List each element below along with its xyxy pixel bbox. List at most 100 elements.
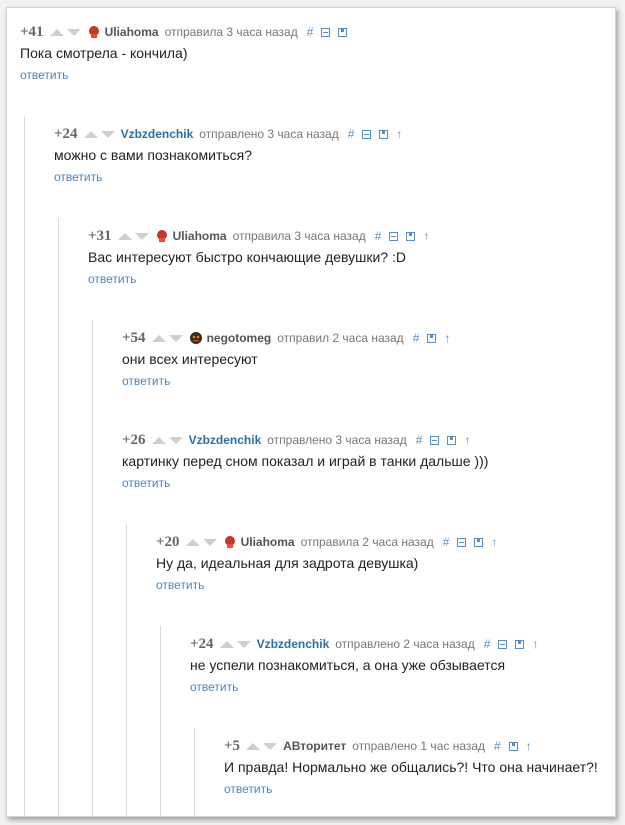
comment-meta: +31 Uliahoma отправила 3 часа назад # ↑ [88, 226, 433, 246]
thread-line [24, 116, 25, 816]
reply-link[interactable]: ответить [20, 68, 68, 82]
permalink-icon[interactable]: # [443, 535, 450, 549]
vote-up-icon[interactable] [49, 28, 64, 36]
parent-arrow-icon[interactable]: ↑ [491, 535, 497, 549]
vote-up-icon[interactable] [151, 334, 166, 342]
vote-down-icon[interactable] [66, 28, 81, 36]
permalink-icon[interactable]: # [348, 127, 355, 141]
timestamp: отправила 3 часа назад [164, 25, 298, 39]
comment: +20 Uliahoma отправила 2 часа назад # ↑ … [156, 532, 501, 594]
rating: +24 [54, 125, 78, 142]
reply-link[interactable]: ответить [156, 578, 204, 592]
vote-up-icon[interactable] [185, 538, 200, 546]
dark-avatar-icon [189, 332, 202, 344]
collapse-icon[interactable] [498, 639, 508, 649]
comment-text: картинку перед сном показал и играй в та… [122, 453, 489, 469]
save-icon[interactable] [515, 639, 525, 649]
thread-line [194, 728, 195, 816]
author-name[interactable]: negotomeg [207, 331, 272, 345]
author-name[interactable]: АВторитет [283, 739, 346, 753]
comment-meta: +54 negotomeg отправил 2 часа назад # ↑ [122, 328, 454, 348]
save-icon[interactable] [379, 129, 389, 139]
vote-up-icon[interactable] [219, 640, 234, 648]
author-name[interactable]: Uliahoma [173, 229, 227, 243]
timestamp: отправил 2 часа назад [277, 331, 404, 345]
red-avatar-icon [224, 536, 235, 548]
permalink-icon[interactable]: # [484, 637, 491, 651]
collapse-icon[interactable] [389, 231, 399, 241]
collapse-icon[interactable] [321, 27, 331, 37]
comment-meta: +5 АВторитет отправлено 1 час назад # ↑ [224, 736, 598, 756]
reply-link[interactable]: ответить [224, 782, 272, 796]
thread-line [92, 320, 93, 816]
thread-line [126, 524, 127, 816]
comment-text: они всех интересуют [122, 351, 258, 367]
vote-down-icon[interactable] [168, 334, 183, 342]
parent-arrow-icon[interactable]: ↑ [526, 739, 532, 753]
parent-arrow-icon[interactable]: ↑ [423, 229, 429, 243]
red-avatar-icon [88, 26, 99, 38]
timestamp: отправлено 1 час назад [352, 739, 486, 753]
comment: +24 Vzbzdenchik отправлено 2 часа назад … [190, 634, 542, 696]
permalink-icon[interactable]: # [307, 25, 314, 39]
parent-arrow-icon[interactable]: ↑ [464, 433, 470, 447]
comment-text: Вас интересуют быстро кончающие девушки?… [88, 249, 406, 265]
parent-arrow-icon[interactable]: ↑ [444, 331, 450, 345]
comment-text: не успели познакомиться, а она уже обзыв… [190, 657, 506, 673]
collapse-icon[interactable] [362, 129, 372, 139]
comment: +5 АВторитет отправлено 1 час назад # ↑ … [224, 736, 598, 798]
parent-arrow-icon[interactable]: ↑ [532, 637, 538, 651]
vote-up-icon[interactable] [83, 130, 98, 138]
collapse-icon[interactable] [430, 435, 440, 445]
author-name[interactable]: Uliahoma [241, 535, 295, 549]
vote-up-icon[interactable] [246, 742, 261, 750]
save-icon[interactable] [427, 333, 437, 343]
red-avatar-icon [156, 230, 167, 242]
save-icon[interactable] [338, 27, 348, 37]
reply-link[interactable]: ответить [190, 680, 238, 694]
save-icon[interactable] [447, 435, 457, 445]
thread-line [160, 626, 161, 816]
comment-text: можно с вами познакомиться? [54, 147, 253, 163]
rating: +54 [122, 329, 146, 346]
reply-link[interactable]: ответить [122, 476, 170, 490]
permalink-icon[interactable]: # [413, 331, 420, 345]
vote-down-icon[interactable] [263, 742, 278, 750]
author-name[interactable]: Vzbzdenchik [189, 433, 262, 447]
vote-down-icon[interactable] [100, 130, 115, 138]
rating: +5 [224, 737, 241, 754]
comment: +41 Uliahoma отправила 3 часа назад # По… [20, 22, 355, 84]
vote-down-icon[interactable] [168, 436, 183, 444]
comment-text: И правда! Нормально же общались?! Что он… [224, 759, 598, 775]
parent-arrow-icon[interactable]: ↑ [396, 127, 402, 141]
rating: +31 [88, 227, 112, 244]
comment: +31 Uliahoma отправила 3 часа назад # ↑ … [88, 226, 433, 288]
reply-link[interactable]: ответить [54, 170, 102, 184]
timestamp: отправила 3 часа назад [232, 229, 366, 243]
save-icon[interactable] [508, 741, 518, 751]
comment: +26 Vzbzdenchik отправлено 3 часа назад … [122, 430, 488, 492]
permalink-icon[interactable]: # [375, 229, 382, 243]
permalink-icon[interactable]: # [416, 433, 423, 447]
reply-link[interactable]: ответить [88, 272, 136, 286]
permalink-icon[interactable]: # [494, 739, 501, 753]
rating: +24 [190, 635, 214, 652]
author-name[interactable]: Vzbzdenchik [121, 127, 194, 141]
vote-up-icon[interactable] [117, 232, 132, 240]
reply-link[interactable]: ответить [122, 374, 170, 388]
rating: +26 [122, 431, 146, 448]
vote-down-icon[interactable] [134, 232, 149, 240]
vote-down-icon[interactable] [236, 640, 251, 648]
comment-text: Ну да, идеальная для задрота девушка) [156, 555, 419, 571]
author-name[interactable]: Uliahoma [105, 25, 159, 39]
author-name[interactable]: Vzbzdenchik [257, 637, 330, 651]
vote-up-icon[interactable] [151, 436, 166, 444]
vote-down-icon[interactable] [202, 538, 217, 546]
comment-meta: +20 Uliahoma отправила 2 часа назад # ↑ [156, 532, 501, 552]
timestamp: отправлено 2 часа назад [335, 637, 475, 651]
save-icon[interactable] [474, 537, 484, 547]
save-icon[interactable] [406, 231, 416, 241]
collapse-icon[interactable] [457, 537, 467, 547]
comment-text: Пока смотрела - кончила) [20, 45, 188, 61]
thread-line [58, 218, 59, 816]
